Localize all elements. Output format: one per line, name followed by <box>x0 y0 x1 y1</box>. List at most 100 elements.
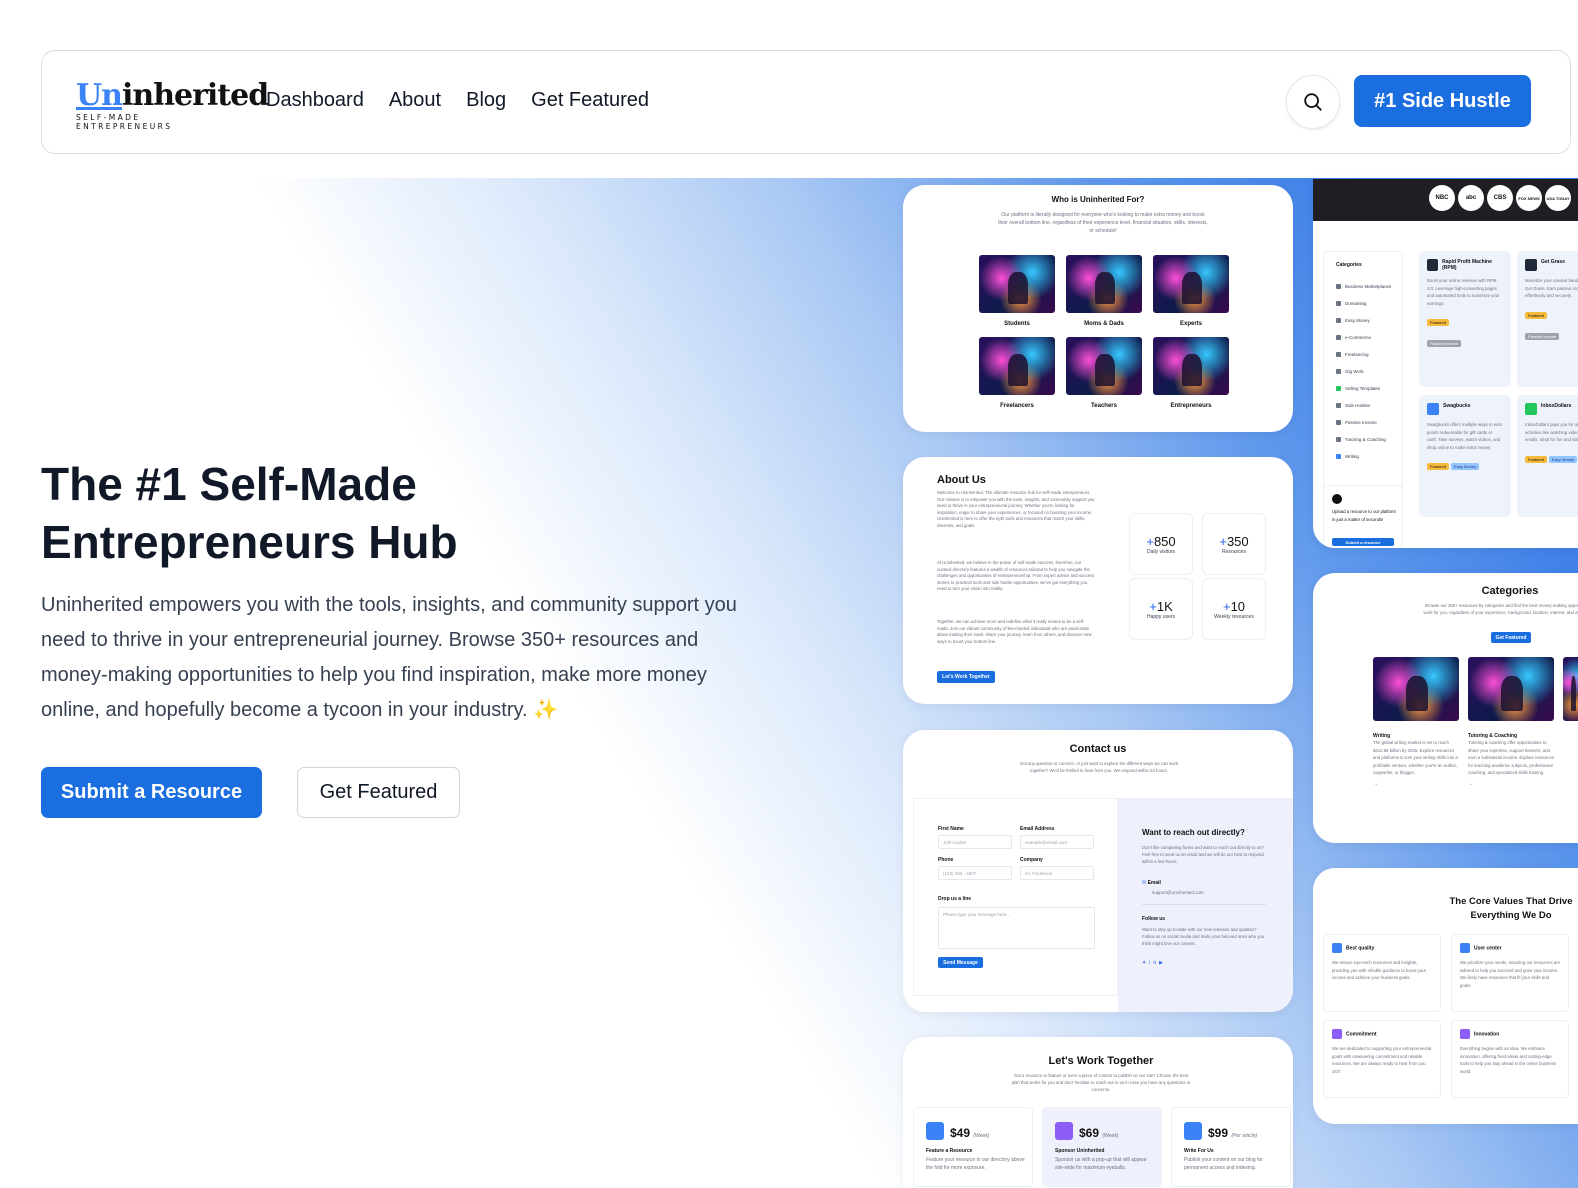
category-desc: Tutoring & coaching offer opportunities … <box>1468 740 1554 775</box>
side-hustle-button[interactable]: #1 Side Hustle <box>1354 75 1531 127</box>
plan-name: Write For Us <box>1184 1148 1214 1154</box>
arrow-right-icon[interactable]: → <box>1468 781 1554 789</box>
resource-desc: Monetize your unused bandwidth with Get … <box>1525 278 1578 298</box>
resource-card[interactable]: Rapid Profit Machine (RPM) Boost your on… <box>1419 251 1511 387</box>
tag-category[interactable]: Passive Income <box>1427 340 1462 347</box>
tag-featured[interactable]: Featured <box>1427 319 1450 326</box>
nav-link-get-featured[interactable]: Get Featured <box>531 89 649 112</box>
phone-label: Phone <box>938 857 954 863</box>
get-featured-button[interactable]: Get Featured <box>297 767 460 818</box>
value-item: Best quality We ensure top-notch resourc… <box>1323 934 1441 1012</box>
audience-item[interactable]: Freelancers <box>979 337 1055 409</box>
tag-featured[interactable]: Featured <box>1427 463 1450 470</box>
category-item[interactable]: Tutoring & Coaching Tutoring & coaching … <box>1468 657 1554 788</box>
plan-icon <box>1055 1122 1073 1140</box>
category-item[interactable] <box>1563 657 1578 721</box>
tag-featured[interactable]: Featured <box>1525 455 1548 463</box>
first-name-field[interactable]: John Carter <box>938 835 1012 849</box>
value-item: Commitment We are dedicated to supportin… <box>1323 1020 1441 1098</box>
linkedin-icon[interactable]: in <box>1149 960 1159 966</box>
sidebar-item[interactable]: Passive Income <box>1336 414 1400 431</box>
plan-period: (Week) <box>973 1133 990 1139</box>
tag-featured[interactable]: Featured <box>1525 311 1548 319</box>
lets-work-together-button[interactable]: Let's Work Together <box>937 671 995 683</box>
sidebar-item[interactable]: Easy Money <box>1336 312 1400 329</box>
sidebar-item[interactable]: Tutoring & Coaching <box>1336 431 1400 448</box>
audience-image <box>1153 255 1229 313</box>
company-field[interactable]: ex. Facebook <box>1020 866 1094 880</box>
audience-item[interactable]: Entrepreneurs <box>1153 337 1229 409</box>
sidebar-item[interactable]: Selling Templates <box>1336 380 1400 397</box>
sidebar-item[interactable]: Side Hustles <box>1336 397 1400 414</box>
submit-resource-button[interactable]: Submit a Resource <box>41 767 262 818</box>
about-title: About Us <box>937 474 986 486</box>
resource-card[interactable]: Swagbucks Swagbucks offers multiple ways… <box>1419 395 1511 517</box>
tag-category[interactable]: Easy Money <box>1451 463 1480 470</box>
upload-icon <box>1332 494 1342 504</box>
tag-category[interactable]: Easy Money <box>1549 455 1578 463</box>
plan-period: (Per article) <box>1231 1133 1258 1139</box>
audience-item[interactable]: Teachers <box>1066 337 1142 409</box>
resource-desc: Boost your online revenue with RPM 3.0. … <box>1427 278 1500 306</box>
category-item[interactable]: Writing The global writing market is set… <box>1373 657 1459 788</box>
send-message-button[interactable]: Send Message <box>938 957 983 968</box>
value-item: User center We prioritize your needs, en… <box>1451 934 1569 1012</box>
nav-link-blog[interactable]: Blog <box>466 89 506 112</box>
arrow-right-icon[interactable]: → <box>1373 781 1459 789</box>
audience-item[interactable]: Experts <box>1153 255 1229 327</box>
about-para-1: Welcome to Uninherited, The ultimate res… <box>937 490 1095 528</box>
upload-submit-button[interactable]: Submit a resource <box>1332 538 1394 546</box>
sidebar-item[interactable]: e-Commerce <box>1336 329 1400 346</box>
plan-card[interactable]: $99 (Per article) Write For Us Publish y… <box>1171 1107 1291 1187</box>
plan-name: Feature a Resource <box>926 1148 973 1154</box>
youtube-icon[interactable]: ▶ <box>1159 960 1166 966</box>
resource-name: Swagbucks <box>1427 403 1503 415</box>
nav-link-about[interactable]: About <box>389 89 441 112</box>
value-name: Commitment <box>1332 1029 1432 1039</box>
message-field[interactable]: Please type your message here... <box>938 907 1095 949</box>
audience-item[interactable]: Students <box>979 255 1055 327</box>
sidebar-item[interactable]: Writing <box>1336 448 1400 465</box>
sidebar-item[interactable]: Domaining <box>1336 295 1400 312</box>
categories-title: Categories <box>1481 585 1539 597</box>
preview-values-card: The Core Values That Drive Everything We… <box>1313 868 1578 1124</box>
audience-label: Entrepreneurs <box>1170 403 1212 409</box>
sidebar-item[interactable]: Business Marketplaces <box>1336 278 1400 295</box>
value-name: Innovation <box>1460 1029 1560 1039</box>
resource-card[interactable]: Get Grass Monetize your unused bandwidth… <box>1517 251 1578 387</box>
plan-card[interactable]: $69 (Week) Sponsor Uninherited Sponsor u… <box>1042 1107 1162 1187</box>
value-desc: We are dedicated to supporting your entr… <box>1332 1046 1432 1074</box>
nbc-logo: NBC <box>1429 185 1455 211</box>
company-label: Company <box>1020 857 1043 863</box>
logo[interactable]: Uninherited SELF-MADE ENTREPRENEURS <box>76 81 269 132</box>
social-icons: ✦in▶ <box>1142 960 1166 966</box>
plan-card[interactable]: $49 (Week) Feature a Resource Feature yo… <box>913 1107 1033 1187</box>
hero-title-line2: Entrepreneurs Hub <box>41 516 458 568</box>
plan-period: (Week) <box>1102 1133 1119 1139</box>
sidebar-item[interactable]: Gig Work <box>1336 363 1400 380</box>
plan-price: $99 <box>1208 1126 1229 1140</box>
phone-field[interactable]: (123) 393 - 4837 <box>938 866 1012 880</box>
resource-name: Get Grass <box>1525 259 1578 271</box>
categories-subtitle: Browse our 350+ resources by categories … <box>1423 603 1578 615</box>
resource-card[interactable]: InboxDollars InboxDollars pays you for o… <box>1517 395 1578 517</box>
navbar: Uninherited SELF-MADE ENTREPRENEURS Dash… <box>41 50 1571 154</box>
preview-contact-card: Contact us Got any question or concern, … <box>903 730 1293 1012</box>
plan-name: Sponsor Uninherited <box>1055 1148 1105 1154</box>
categories-get-featured-button[interactable]: Get Featured <box>1491 632 1531 643</box>
sidebar-item[interactable]: Freelancing <box>1336 346 1400 363</box>
tag-category[interactable]: Passive Income <box>1525 332 1560 340</box>
resource-desc: Swagbucks offers multiple ways to earn p… <box>1427 422 1503 450</box>
audience-label: Teachers <box>1091 403 1117 409</box>
sidebar-list: Business Marketplaces Domaining Easy Mon… <box>1336 278 1400 465</box>
plan-price: $69 <box>1079 1126 1100 1140</box>
nav-link-dashboard[interactable]: Dashboard <box>266 89 364 112</box>
stat-number: 10 <box>1230 598 1246 614</box>
audience-label: Moms & Dads <box>1084 321 1124 327</box>
email-value[interactable]: support@uninherited.com <box>1152 889 1204 897</box>
audience-grid: Students Moms & Dads Experts Freelancers… <box>979 255 1229 409</box>
audience-image <box>1066 337 1142 395</box>
search-button[interactable] <box>1286 75 1340 129</box>
audience-item[interactable]: Moms & Dads <box>1066 255 1142 327</box>
email-field[interactable]: example@email.com <box>1020 835 1094 849</box>
